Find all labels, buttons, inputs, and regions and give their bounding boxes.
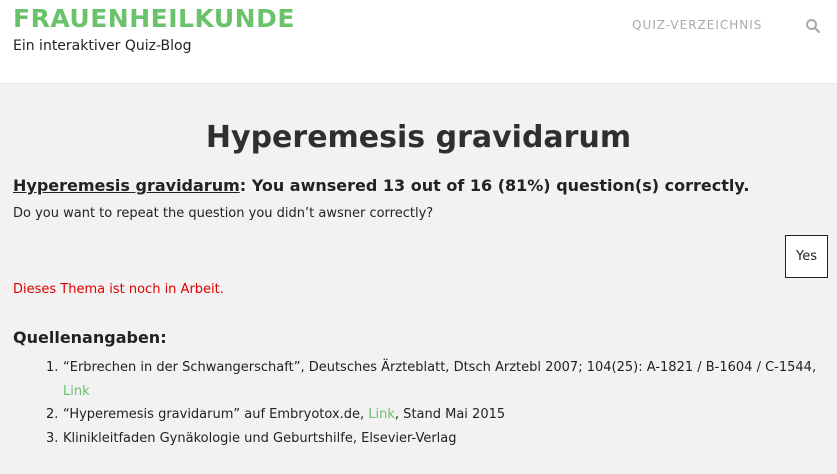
source-item: 2. “Hyperemesis gravidarum” auf Embryoto…: [46, 403, 823, 427]
source-text: “Erbrechen in der Schwangerschaft”, Deut…: [63, 360, 817, 375]
sources-list: 1. “Erbrechen in der Schwangerschaft”, D…: [46, 356, 823, 451]
source-number: 3.: [46, 430, 59, 446]
yes-button[interactable]: Yes: [785, 235, 828, 278]
source-item: 1. “Erbrechen in der Schwangerschaft”, D…: [46, 356, 823, 403]
page-title: Hyperemesis gravidarum: [205, 120, 632, 155]
source-item: 3. Klinikleitfaden Gynäkologie und Gebur…: [46, 427, 823, 451]
site-tagline: Ein interaktiver Quiz-Blog: [13, 38, 192, 54]
quiz-result-text: : You awnsered 13 out of 16 (81%) questi…: [239, 176, 750, 195]
quiz-name: Hyperemesis gravidarum: [13, 176, 240, 195]
quiz-result: Hyperemesis gravidarum: You awnsered 13 …: [13, 176, 749, 195]
sources-heading: Quellenangaben:: [13, 328, 167, 347]
source-link[interactable]: Link: [63, 384, 90, 399]
site-title-link[interactable]: FRAUENHEILKUNDE: [13, 4, 295, 33]
work-in-progress-notice: Dieses Thema ist noch in Arbeit.: [13, 282, 224, 297]
source-text: “Hyperemesis gravidarum” auf Embryotox.d…: [63, 407, 369, 422]
source-link[interactable]: Link: [368, 407, 395, 422]
repeat-question: Do you want to repeat the question you d…: [13, 206, 434, 221]
search-icon[interactable]: [805, 18, 821, 34]
source-after: , Stand Mai 2015: [394, 407, 506, 422]
source-number: 2.: [46, 407, 59, 422]
nav-quiz-verzeichnis[interactable]: QUIZ-VERZEICHNIS: [632, 18, 762, 32]
site-header: FRAUENHEILKUNDE Ein interaktiver Quiz-Bl…: [0, 0, 837, 84]
source-number: 1.: [46, 360, 59, 375]
source-text: Klinikleitfaden Gynäkologie und Geburtsh…: [63, 430, 457, 446]
